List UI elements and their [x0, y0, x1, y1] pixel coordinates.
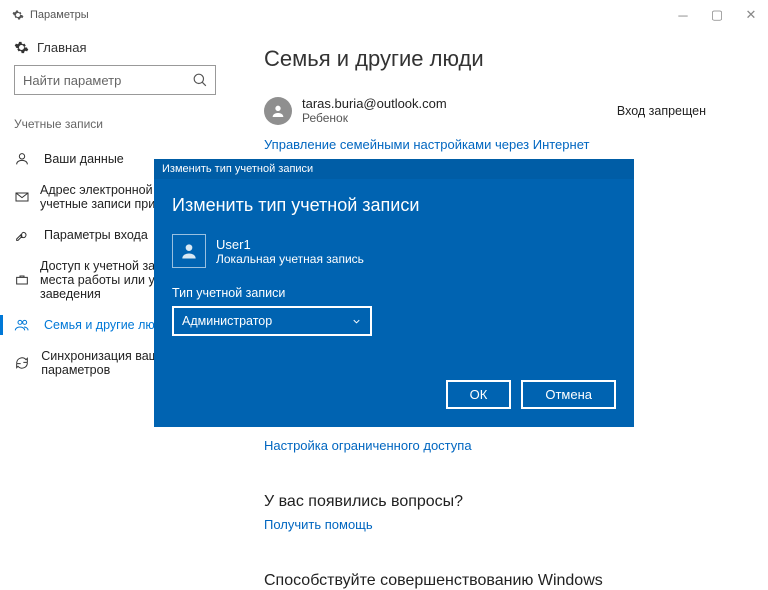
gear-icon [14, 40, 29, 55]
family-member-row[interactable]: taras.buria@outlook.com Ребенок Вход зап… [264, 96, 746, 125]
cancel-button[interactable]: Отмена [521, 380, 616, 409]
sidebar-item-label: Семья и другие люди [44, 318, 169, 332]
questions-heading: У вас появились вопросы? [264, 493, 746, 511]
sidebar-item-label: Ваши данные [44, 152, 124, 166]
dialog-user-type: Локальная учетная запись [216, 252, 364, 266]
window-titlebar: Параметры ─ ▢ ✕ [0, 0, 768, 30]
mail-icon [14, 189, 30, 205]
family-role: Ребенок [302, 111, 617, 125]
account-type-label: Тип учетной записи [172, 286, 616, 300]
account-type-select[interactable]: Администратор [172, 306, 372, 336]
user-avatar [172, 234, 206, 268]
search-icon [193, 73, 207, 87]
gear-icon [12, 9, 24, 21]
maximize-button[interactable]: ▢ [700, 0, 734, 30]
page-title: Семья и другие люди [264, 46, 746, 72]
sidebar-item-label: Параметры входа [44, 228, 148, 242]
restricted-access-link[interactable]: Настройка ограниченного доступа [264, 438, 746, 453]
sync-icon [14, 355, 31, 371]
window-title: Параметры [30, 9, 89, 21]
briefcase-icon [14, 272, 30, 288]
family-status: Вход запрещен [617, 104, 706, 118]
section-header: Учетные записи [14, 117, 216, 131]
home-label: Главная [37, 40, 86, 55]
search-input[interactable]: Найти параметр [14, 65, 216, 95]
person-icon [14, 151, 34, 167]
change-account-type-dialog: Изменить тип учетной записи Изменить тип… [154, 159, 634, 427]
dialog-user-row: User1 Локальная учетная запись [172, 234, 616, 268]
chevron-down-icon [351, 316, 362, 327]
search-placeholder: Найти параметр [23, 73, 121, 88]
manage-family-link[interactable]: Управление семейными настройками через И… [264, 137, 746, 152]
family-email: taras.buria@outlook.com [302, 96, 617, 111]
feedback-heading: Способствуйте совершенствованию Windows [264, 572, 746, 590]
help-link[interactable]: Получить помощь [264, 517, 746, 532]
key-icon [14, 227, 34, 243]
select-value: Администратор [182, 314, 272, 328]
dialog-titlebar: Изменить тип учетной записи [154, 159, 634, 179]
people-icon [14, 317, 34, 333]
dialog-user-name: User1 [216, 237, 364, 252]
home-link[interactable]: Главная [14, 40, 216, 55]
dialog-heading: Изменить тип учетной записи [172, 195, 616, 216]
ok-button[interactable]: ОК [446, 380, 512, 409]
minimize-button[interactable]: ─ [666, 0, 700, 30]
avatar [264, 97, 292, 125]
close-button[interactable]: ✕ [734, 0, 768, 30]
